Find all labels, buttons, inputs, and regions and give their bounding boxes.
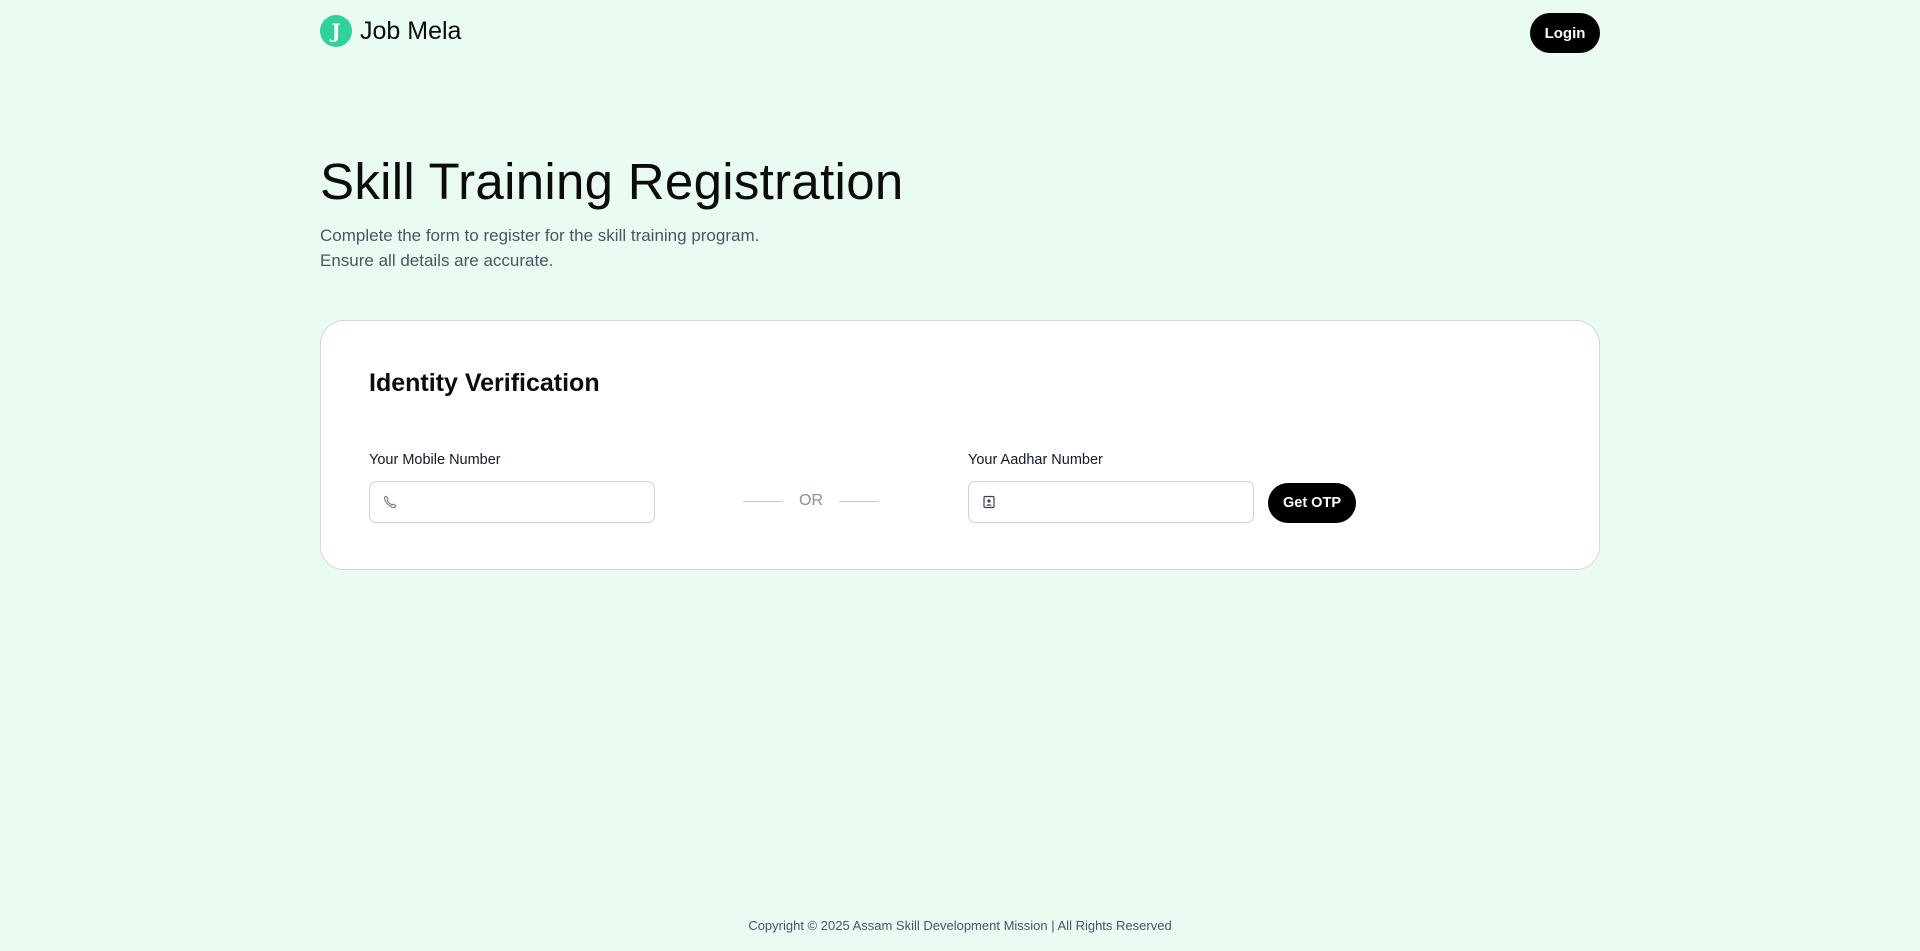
login-button[interactable]: Login xyxy=(1530,13,1600,53)
card-title: Identity Verification xyxy=(369,369,600,397)
aadhar-number-input[interactable] xyxy=(1003,482,1247,524)
or-text: OR xyxy=(799,492,823,509)
or-divider: OR xyxy=(743,481,879,521)
get-otp-button[interactable]: Get OTP xyxy=(1268,483,1356,523)
aadhar-number-label: Your Aadhar Number xyxy=(968,452,1103,468)
id-card-icon xyxy=(983,495,995,509)
footer-copyright: Copyright © 2025 Assam Skill Development… xyxy=(748,918,1172,933)
site-header: J Job Mela Login xyxy=(320,13,1600,53)
aadhar-number-field[interactable] xyxy=(968,481,1254,524)
brand[interactable]: J Job Mela xyxy=(320,15,461,47)
identity-verification-card: Identity Verification Your Mobile Number… xyxy=(320,320,1600,570)
page-title: Skill Training Registration xyxy=(320,153,904,210)
mobile-number-input[interactable] xyxy=(404,482,648,524)
logo-icon: J xyxy=(320,15,352,47)
divider-line-left xyxy=(743,500,783,502)
mobile-number-field[interactable] xyxy=(369,481,655,524)
phone-icon xyxy=(383,495,397,509)
page-subtitle: Complete the form to register for the sk… xyxy=(320,223,759,273)
mobile-number-label: Your Mobile Number xyxy=(369,452,501,468)
divider-line-right xyxy=(839,500,879,502)
subtitle-line-2: Ensure all details are accurate. xyxy=(320,251,554,270)
subtitle-line-1: Complete the form to register for the sk… xyxy=(320,226,760,245)
brand-name: Job Mela xyxy=(360,16,462,45)
